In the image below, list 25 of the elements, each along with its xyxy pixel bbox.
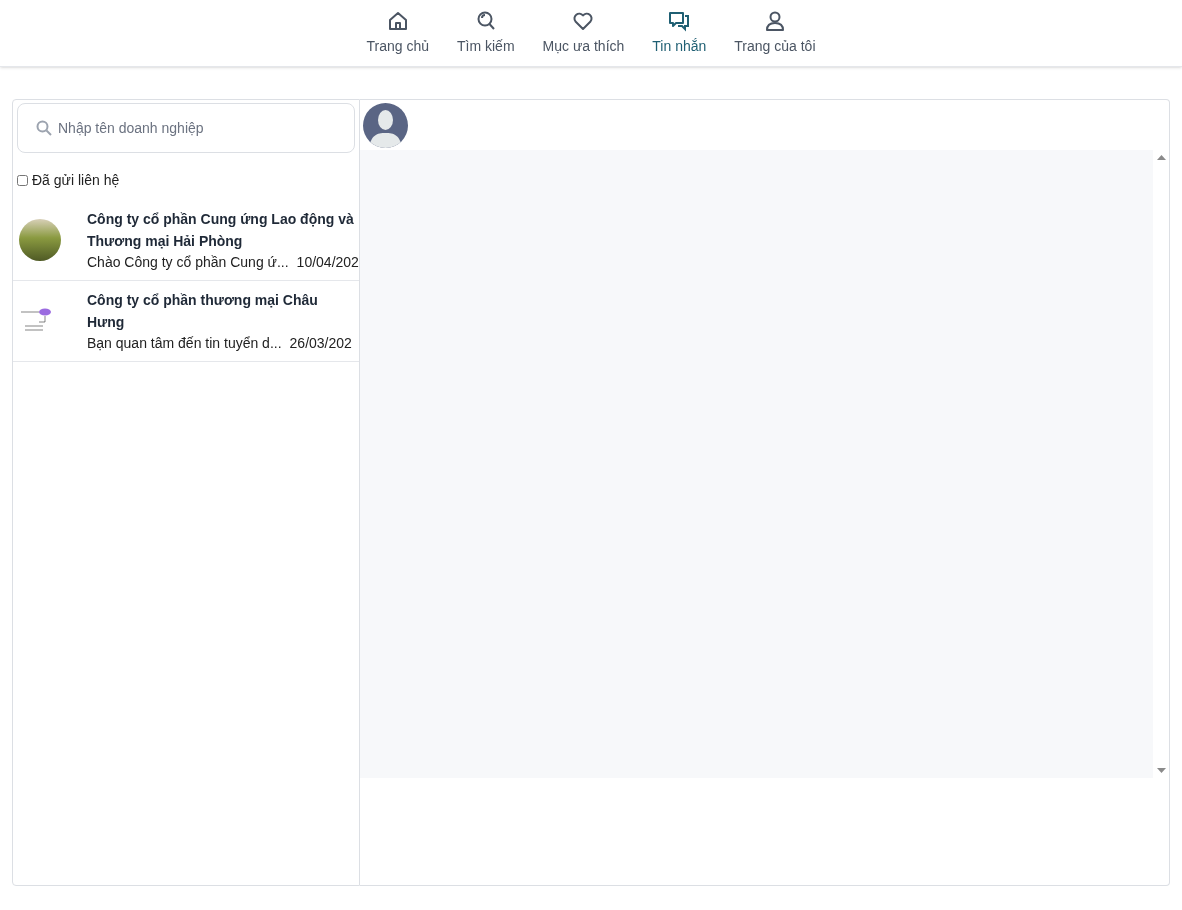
nav-tab[interactable]: Trang chủ	[366, 10, 429, 57]
user-icon	[763, 10, 786, 32]
nav-tab[interactable]: Tìm kiếm	[457, 10, 515, 57]
nav-tab[interactable]: Mục ưa thích	[542, 10, 625, 57]
photo-placeholder	[19, 219, 61, 261]
scroll-up-icon[interactable]	[1156, 155, 1166, 160]
message-date: 26/03/202	[289, 334, 352, 353]
search-field[interactable]: Nhập tên doanh nghiệp	[17, 103, 355, 153]
search-icon	[36, 120, 52, 136]
nav-tab[interactable]: Trang của tôi	[734, 10, 816, 57]
message-date: 10/04/202	[296, 253, 359, 272]
message-preview: Bạn quan tâm đến tin tuyển d...	[87, 334, 282, 353]
avatar-icon	[363, 102, 408, 148]
message-preview: Chào Công ty cổ phần Cung ứ...	[87, 253, 289, 272]
company-name: Công ty cổ phần Cung ứng Lao động và Thương mại Hải Phòng	[87, 210, 355, 251]
chat-icon	[668, 10, 691, 32]
home-icon	[386, 10, 409, 32]
conversation-item[interactable]: Công ty cổ phần Cung ứng Lao động và Thương mại Hải Phòng Chào Công ty cổ phần Cung ứ... 10/04/202	[13, 200, 359, 281]
heart-icon	[572, 10, 595, 32]
filter-label: Đã gửi liên hệ	[32, 171, 120, 190]
filter-checkbox[interactable]	[17, 175, 28, 186]
conversation-item[interactable]: Công ty cổ phần thương mại Châu Hưng Bạn quan tâm đến tin tuyển d... 26/03/202	[13, 281, 359, 362]
scroll-down-icon[interactable]	[1156, 768, 1166, 773]
company-name: Công ty cổ phần thương mại Châu Hưng	[87, 291, 319, 332]
nav-tab[interactable]: Tin nhắn	[652, 10, 707, 57]
